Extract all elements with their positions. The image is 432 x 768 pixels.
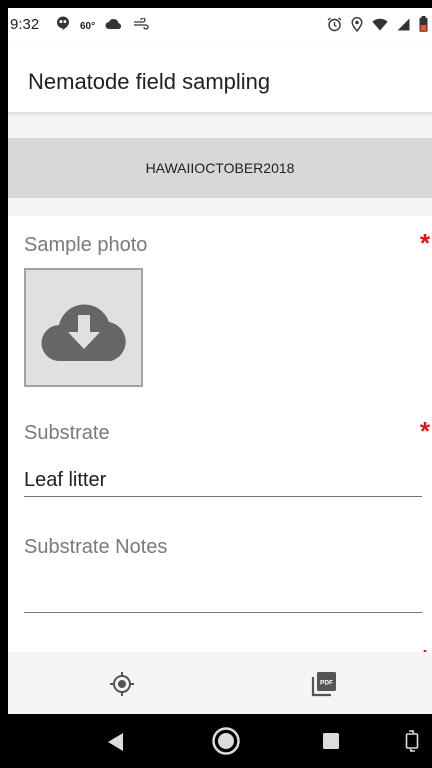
back-button[interactable] [106,732,126,757]
signal-icon [397,18,410,36]
gps-button[interactable] [108,670,136,698]
app-bar: Nematode field sampling [8,42,432,112]
location-field: * [8,632,432,652]
substrate-notes-field: Substrate Notes [8,518,432,633]
required-marker: * [419,416,430,446]
back-icon [106,733,126,756]
device-screen: 9:32 60° Nematode field sampling HAWAIIO… [8,8,432,768]
required-marker: * [420,644,430,652]
gps-icon [108,672,136,702]
substrate-label: Substrate [24,422,110,444]
pdf-icon: PDF [310,672,338,702]
form-content[interactable]: HAWAIIOCTOBER2018 Sample photo * Substra… [8,112,432,652]
cloud-icon [105,17,123,35]
wind-icon [133,16,149,35]
status-bar: 9:32 60° [8,8,432,42]
status-right-icons [327,16,428,37]
rotate-icon [404,730,420,756]
recents-button[interactable] [322,732,340,755]
sample-photo-field: Sample photo * [8,216,432,405]
bottom-toolbar: PDF [8,652,432,714]
required-marker: * [419,228,430,258]
home-icon [211,727,241,760]
page-title: Nematode field sampling [28,69,271,94]
status-time: 9:32 [10,16,40,33]
hangouts-icon [56,16,70,35]
svg-text:PDF: PDF [320,680,333,687]
sample-photo-label: Sample photo [24,234,148,256]
navigation-bar [8,714,432,768]
project-banner: HAWAIIOCTOBER2018 [8,138,432,198]
pdf-button[interactable]: PDF [310,670,338,698]
home-button[interactable] [211,726,241,761]
battery-icon [419,16,428,37]
location-icon [351,16,363,37]
photo-upload-button[interactable] [24,268,143,387]
substrate-input[interactable]: Leaf litter [24,464,422,497]
rotate-button[interactable] [404,730,420,757]
substrate-notes-input[interactable] [24,580,422,613]
status-left-icons: 60° [56,16,149,35]
substrate-field: Substrate * Leaf litter [8,404,432,519]
recents-icon [322,733,340,754]
alarm-icon [327,16,342,37]
substrate-notes-label: Substrate Notes [24,536,168,558]
wifi-icon [372,18,388,36]
status-temperature: 60° [80,20,96,32]
